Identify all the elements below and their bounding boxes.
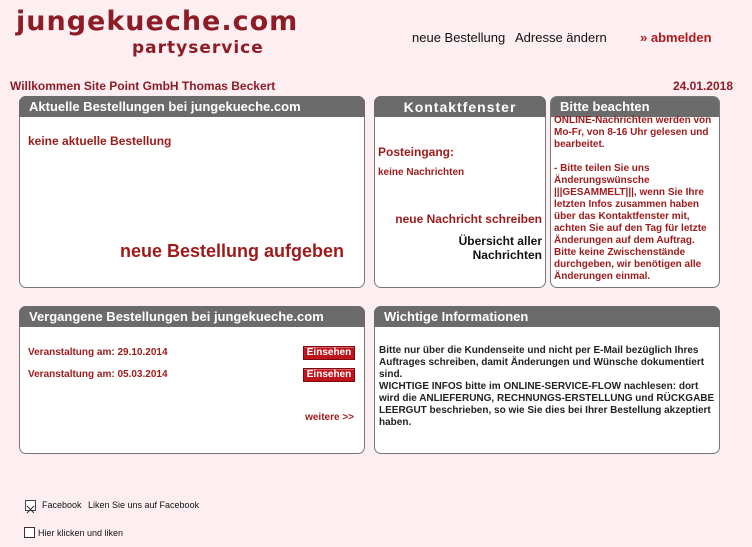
view-order-button[interactable]: Einsehen xyxy=(303,368,355,382)
facebook-like-text: Liken Sie uns auf Facebook xyxy=(88,500,200,510)
current-orders-title: Aktuelle Bestellungen bei jungekueche.co… xyxy=(19,96,365,117)
notice-text: ONLINE-Nachrichten werden von Mo-Fr, von… xyxy=(554,115,718,283)
new-order-cta-link[interactable]: neue Bestellung aufgeben xyxy=(120,241,344,262)
more-orders-link[interactable]: weitere >> xyxy=(305,412,354,423)
welcome-text: Willkommen Site Point GmbH Thomas Becker… xyxy=(10,79,276,93)
past-orders-title: Vergangene Bestellungen bei jungekueche.… xyxy=(19,306,365,327)
important-info-title: Wichtige Informationen xyxy=(374,306,720,327)
date-text: 24.01.2018 xyxy=(672,79,733,93)
past-order-label: Veranstaltung am: 29.10.2014 xyxy=(28,347,168,358)
notice-title: Bitte beachten xyxy=(551,97,719,117)
nav-new-order-link[interactable]: neue Bestellung xyxy=(412,30,505,45)
important-info-text-2: WICHTIGE INFOS bitte im ONLINE-SERVICE-F… xyxy=(379,381,715,428)
contact-panel: Kontaktfenster Posteingang: keine Nachri… xyxy=(374,96,546,288)
no-current-order-text: keine aktuelle Bestellung xyxy=(28,134,172,148)
like-checkbox-label[interactable]: Hier klicken und liken xyxy=(38,528,123,538)
important-info-panel: Wichtige Informationen Bitte nur über di… xyxy=(374,306,720,454)
messages-overview-line1: Übersicht aller xyxy=(458,234,542,248)
contact-title: Kontaktfenster xyxy=(374,96,546,117)
messages-overview-line2: Nachrichten xyxy=(472,248,542,262)
logo-sub: partyservice xyxy=(132,38,264,58)
important-info-text: Bitte nur über die Kundenseite und nicht… xyxy=(379,345,717,429)
important-info-text-1: Bitte nur über die Kundenseite und nicht… xyxy=(379,345,705,380)
messages-overview-link[interactable]: Übersicht aller Nachrichten xyxy=(459,234,542,262)
broken-image-icon xyxy=(25,500,36,514)
like-checkbox[interactable] xyxy=(24,527,35,538)
write-message-link[interactable]: neue Nachricht schreiben xyxy=(395,212,542,226)
notice-text-1: ONLINE-Nachrichten werden von Mo-Fr, von… xyxy=(554,115,712,150)
inbox-label: Posteingang: xyxy=(378,145,455,159)
facebook-label[interactable]: Facebook xyxy=(42,500,82,510)
view-order-button[interactable]: Einsehen xyxy=(303,346,355,360)
inbox-empty-text: keine Nachrichten xyxy=(378,167,465,178)
past-orders-panel: Vergangene Bestellungen bei jungekueche.… xyxy=(19,306,365,454)
notice-panel: Bitte beachten ONLINE-Nachrichten werden… xyxy=(550,96,720,288)
past-order-label: Veranstaltung am: 05.03.2014 xyxy=(28,369,168,380)
logout-link[interactable]: » abmelden xyxy=(640,30,712,45)
logo-main[interactable]: jungekueche.com xyxy=(16,6,298,37)
nav-change-address-link[interactable]: Adresse ändern xyxy=(515,30,607,45)
current-orders-panel: Aktuelle Bestellungen bei jungekueche.co… xyxy=(19,96,365,288)
notice-text-2: - Bitte teilen Sie uns Änderungswünsche … xyxy=(554,163,707,282)
